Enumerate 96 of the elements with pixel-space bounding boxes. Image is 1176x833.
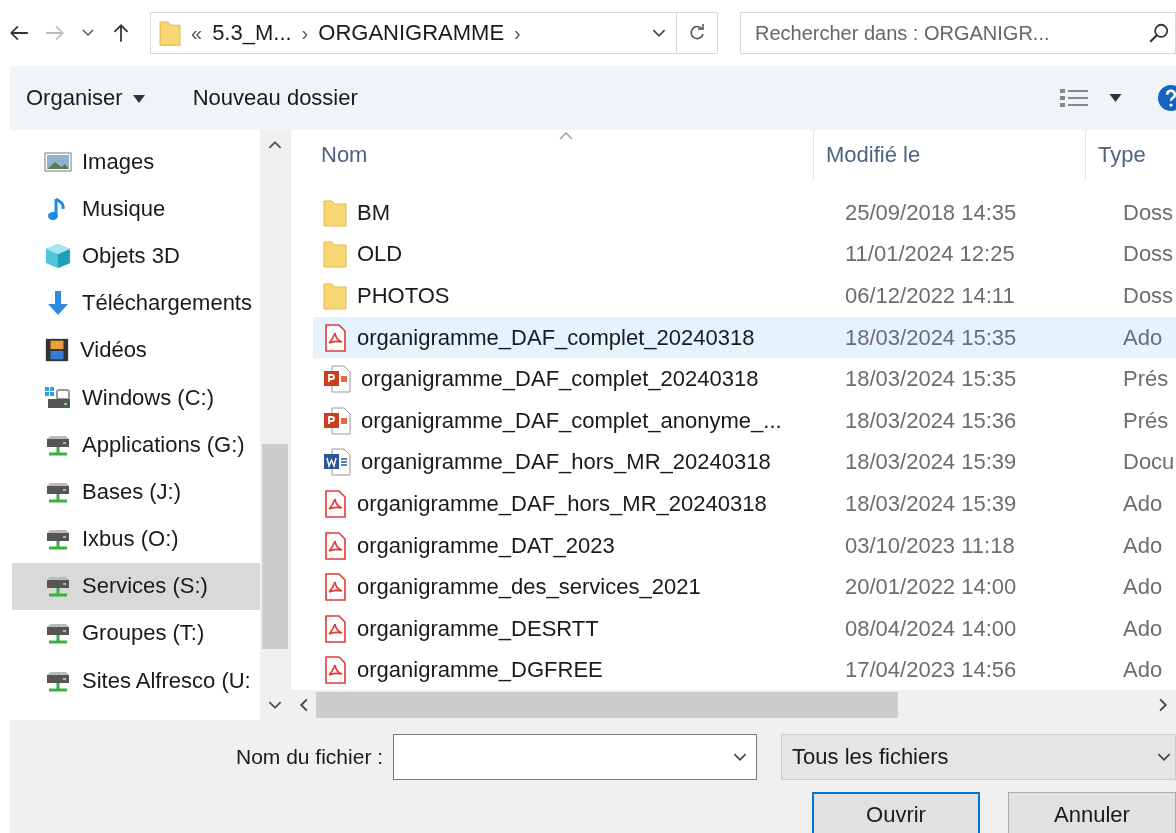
picture-icon — [44, 150, 72, 173]
file-name[interactable]: organigramme_DAF_hors_MR_20240318 — [361, 449, 771, 476]
type-cell: Doss — [1123, 199, 1174, 226]
presentation-file-icon — [323, 406, 351, 435]
file-name[interactable]: organigramme_DGFREE — [357, 657, 603, 684]
pdf-file-icon — [323, 656, 347, 685]
sidebar-item[interactable]: Groupes (T:) — [12, 609, 260, 658]
scroll-right-icon[interactable] — [1159, 698, 1168, 712]
column-header[interactable]: Modifié le — [813, 130, 1085, 180]
pdf-file-icon — [323, 323, 347, 352]
type-cell: Ado — [1123, 490, 1163, 517]
pdf-file-icon — [323, 531, 347, 560]
type-cell: Ado — [1123, 657, 1163, 684]
folder-icon — [323, 282, 347, 310]
date-cell: 06/12/2022 14:11 — [845, 283, 1015, 309]
type-cell: Docu — [1123, 449, 1175, 476]
breadcrumb[interactable]: ORGANIGRAMME — [318, 20, 505, 46]
type-cell: Ado — [1123, 574, 1163, 601]
search-icon[interactable] — [1148, 22, 1170, 44]
type-cell: Ado — [1123, 324, 1163, 351]
column-header[interactable]: Type — [1085, 130, 1176, 180]
pdf-file-icon — [323, 573, 347, 602]
date-cell: 18/03/2024 15:39 — [845, 490, 1017, 517]
sidebar-item[interactable]: Services (S:) — [12, 562, 260, 610]
file-row[interactable]: organigramme_DAF_complet_20240318 18/03/2024 15:35 Ado — [313, 316, 1176, 359]
film-icon — [44, 337, 70, 364]
dropdown-icon[interactable] — [1157, 752, 1171, 762]
sidebar-item[interactable]: Objets 3D — [12, 232, 260, 280]
pdf-file-icon — [323, 489, 347, 518]
dropdown-icon[interactable] — [1109, 94, 1122, 102]
sidebar-item[interactable]: Bases (J:) — [12, 468, 260, 516]
scroll-left-icon[interactable] — [299, 698, 308, 712]
date-cell: 20/01/2022 14:00 — [845, 574, 1017, 601]
date-cell: 08/04/2024 14:00 — [845, 615, 1017, 642]
file-name-label: Nom du fichier : — [236, 745, 384, 769]
sidebar-item[interactable]: Téléchargements — [12, 279, 260, 327]
file-name[interactable]: organigramme_DAF_hors_MR_20240318 — [357, 490, 767, 517]
dropdown-icon[interactable] — [733, 753, 748, 762]
date-cell: 18/03/2024 15:36 — [845, 407, 1017, 434]
file-name[interactable]: organigramme_DAT_2023 — [357, 532, 615, 559]
type-cell: Prés — [1123, 407, 1169, 434]
file-name[interactable]: organigramme_DAF_complet_anonyme_... — [361, 407, 782, 434]
cube-icon — [44, 241, 72, 270]
sidebar-item[interactable]: Vidéos — [12, 326, 260, 374]
scrollbar[interactable] — [291, 690, 1176, 720]
date-cell: 18/03/2024 15:35 — [845, 366, 1017, 393]
type-cell: Prés — [1123, 366, 1169, 393]
folder-icon — [323, 198, 347, 227]
caret-icon — [132, 95, 145, 104]
scroll-up-icon[interactable] — [268, 140, 282, 149]
type-cell: Ado — [1123, 532, 1163, 559]
date-cell: 18/03/2024 15:35 — [845, 324, 1017, 351]
file-name-field[interactable] — [393, 734, 758, 780]
type-cell: Ado — [1123, 615, 1163, 642]
scroll-down-icon[interactable] — [268, 701, 282, 710]
new-folder-button[interactable]: Nouveau dossier — [186, 79, 364, 117]
file-type-dropdown[interactable]: Tous les fichiers — [781, 734, 1176, 780]
word-file-icon — [323, 448, 351, 477]
cancel-button[interactable]: Annuler — [1008, 792, 1176, 833]
sort-caret-icon — [559, 132, 573, 140]
open-button[interactable]: Ouvrir — [812, 792, 980, 833]
file-name[interactable]: PHOTOS — [357, 283, 450, 309]
sidebar-item[interactable]: Windows (C:) — [12, 373, 260, 422]
dropdown-icon[interactable] — [82, 29, 94, 37]
file-name[interactable]: organigramme_DESRTT — [357, 615, 599, 642]
breadcrumb[interactable]: « — [191, 21, 203, 45]
file-name[interactable]: organigramme_DAF_complet_20240318 — [361, 366, 759, 393]
column-header[interactable]: Nom — [313, 130, 813, 180]
file-name[interactable]: OLD — [357, 241, 403, 268]
date-cell: 11/01/2024 12:25 — [845, 241, 1015, 268]
date-cell: 25/09/2018 14:35 — [845, 199, 1017, 226]
sidebar-item[interactable]: Musique — [12, 185, 260, 233]
scrollbar[interactable] — [260, 130, 290, 720]
pdf-file-icon — [323, 614, 347, 643]
date-cell: 17/04/2023 14:56 — [845, 657, 1017, 684]
type-cell: Doss — [1123, 241, 1174, 268]
organize-button[interactable]: Organiser — [20, 79, 151, 117]
sidebar-item[interactable]: Applications (G:) — [12, 421, 260, 469]
sidebar-item[interactable]: Images — [12, 138, 260, 186]
folder-icon — [323, 240, 347, 269]
address-bar[interactable]: « 5.3_M... › ORGANIGRAMME › — [150, 12, 718, 54]
file-name[interactable]: organigramme_DAF_complet_20240318 — [357, 324, 755, 351]
breadcrumb[interactable]: › — [301, 21, 309, 45]
dropdown-icon[interactable] — [652, 28, 666, 38]
sidebar-item[interactable]: Ixbus (O:) — [12, 515, 260, 563]
file-name[interactable]: BM — [357, 199, 390, 226]
type-cell: Doss — [1123, 283, 1174, 309]
sidebar-item[interactable]: Sites Alfresco (U: — [12, 657, 260, 705]
breadcrumb[interactable]: 5.3_M... — [212, 20, 292, 46]
file-name[interactable]: organigramme_des_services_2021 — [357, 574, 701, 601]
presentation-file-icon — [323, 365, 351, 394]
date-cell: 03/10/2023 11:18 — [845, 532, 1015, 559]
breadcrumb[interactable]: › — [514, 21, 521, 45]
date-cell: 18/03/2024 15:39 — [845, 449, 1017, 476]
search-field[interactable]: Rechercher dans : ORGANIGR... — [740, 12, 1176, 54]
folder-icon — [159, 19, 181, 47]
